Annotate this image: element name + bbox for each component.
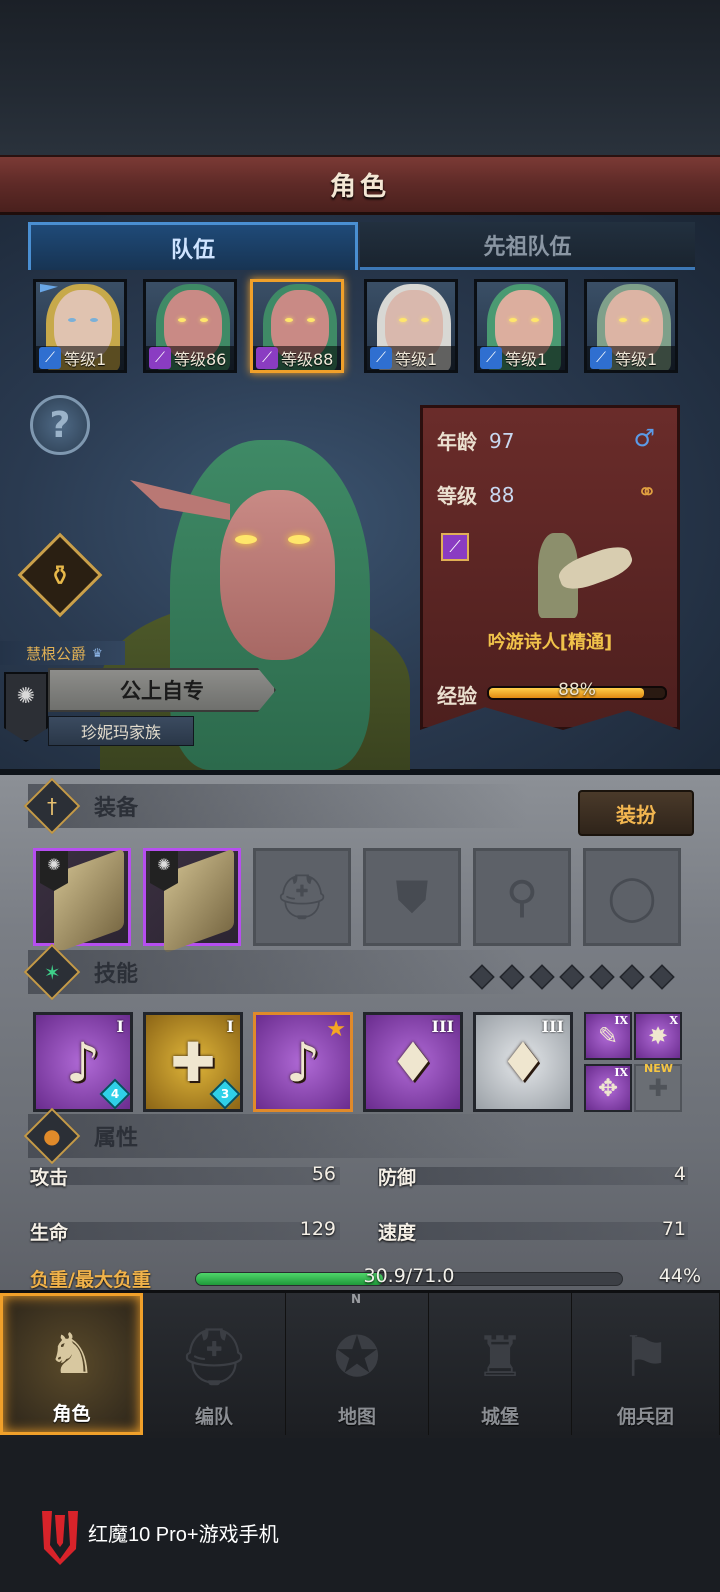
load-percent: 44% <box>658 1265 701 1287</box>
hero-portrait-3[interactable]: ⟋ 等级88 <box>250 279 344 373</box>
question-icon: ? <box>49 404 71 446</box>
sword-icon: ⟋ <box>590 347 612 369</box>
family-crest-icon: ✺ <box>4 672 48 742</box>
equip-slot-scroll-1[interactable]: ✺ <box>33 848 131 954</box>
attributes-header: ● 属性 <box>23 1107 528 1165</box>
defense-label: 防御 <box>378 1167 417 1189</box>
exp-text: 88% <box>558 680 596 700</box>
skill-slot-2[interactable]: ✚ I 3 <box>143 1012 243 1112</box>
hero-level: 等级1 <box>395 350 438 369</box>
skills-header: ✶ 技能 <box>23 943 528 1001</box>
equipment-header: † 装备 <box>23 777 528 835</box>
speed-label: 速度 <box>378 1222 417 1244</box>
knight-icon: ♞ <box>46 1321 97 1387</box>
hero-portrait-2[interactable]: ⟋ 等级86 <box>143 279 237 373</box>
level-value: 88 <box>489 482 515 507</box>
hero-level: 等级88 <box>281 350 334 369</box>
load-text: 30.9/71.0 <box>363 1265 455 1287</box>
help-button[interactable]: ? <box>30 395 90 455</box>
family-name: 珍妮玛家族 <box>48 716 194 746</box>
skill-slot-3[interactable]: ♪ ★ <box>253 1012 353 1112</box>
hero-level: 等级86 <box>174 350 227 369</box>
hero-level: 等级1 <box>505 350 548 369</box>
armor-icon: ⛊ <box>395 871 429 923</box>
bard-figure <box>518 518 636 628</box>
page-title-bar: 角色 <box>0 155 720 215</box>
noble-title: 慧根公爵 ♛ <box>0 641 125 665</box>
mini-skill-2[interactable]: ✸ X <box>634 1012 682 1060</box>
exp-label: 经验 <box>437 684 477 708</box>
hp-value: 129 <box>299 1218 336 1240</box>
character-info-banner: 年龄 97 ♂ 等级 88 ⚭ ⟋ 吟游诗人[精通] 经验 88% <box>420 405 680 730</box>
nav-castle[interactable]: ♜ 城堡 <box>429 1293 572 1435</box>
red-magic-logo-icon <box>42 1511 78 1565</box>
equip-slot-helmet[interactable]: ⛑ <box>253 848 351 946</box>
top-background <box>0 0 720 155</box>
equip-slot-scroll-2[interactable]: ✺ <box>143 848 241 954</box>
age-value: 97 <box>489 428 515 453</box>
sword-icon: ⟋ <box>370 347 392 369</box>
tab-team[interactable]: 队伍 <box>28 222 358 270</box>
sun-crest-icon: ✺ <box>40 851 68 891</box>
castle-icon: ♜ <box>474 1324 526 1390</box>
brand-text: 红魔10 Pro+游戏手机 <box>88 1524 279 1546</box>
dagger-icon: † <box>23 777 81 835</box>
character-name[interactable]: 公上自专 <box>48 668 276 712</box>
mini-skill-3[interactable]: ✥ IX <box>584 1064 632 1112</box>
lute-staff-icon: ⟋ <box>149 347 171 369</box>
mercenary-flag-icon: ⚑ <box>620 1324 671 1390</box>
skill-slot-5[interactable]: ♦ III <box>473 1012 573 1112</box>
equip-slot-boots[interactable]: ⚲ <box>473 848 571 946</box>
nav-mercenary[interactable]: ⚑ 佣兵团 <box>572 1293 720 1435</box>
ring-icon: ◯ <box>607 871 657 923</box>
crown-icon: ♛ <box>92 646 103 660</box>
speed-value: 71 <box>661 1218 686 1240</box>
age-row: 年龄 97 <box>437 428 515 455</box>
sword-icon: ⟋ <box>39 347 61 369</box>
page-title: 角色 <box>329 172 390 202</box>
equip-slot-armor[interactable]: ⛊ <box>363 848 461 946</box>
nav-map[interactable]: ✪ 地图 <box>286 1293 429 1435</box>
sword-icon: ⟋ <box>480 347 502 369</box>
helmet-icon: ⛑ <box>274 872 330 923</box>
defense-value: 4 <box>673 1163 686 1185</box>
star-icon: ✶ <box>23 943 81 1001</box>
hero-portrait-4[interactable]: ⟋ 等级1 <box>364 279 458 373</box>
load-label: 负重/最大负重 <box>30 1269 151 1291</box>
attack-label: 攻击 <box>30 1167 69 1189</box>
nav-formation[interactable]: ⛑ 编队 <box>143 1293 286 1435</box>
device-footer <box>0 1438 720 1592</box>
dress-up-button[interactable]: 装扮 <box>578 790 694 836</box>
boots-icon: ⚲ <box>505 871 539 923</box>
hp-label: 生命 <box>30 1222 69 1244</box>
hero-portrait-6[interactable]: ⟋ 等级1 <box>584 279 678 373</box>
nav-character[interactable]: ♞ 角色 <box>0 1293 143 1435</box>
sun-crest-icon: ✺ <box>150 851 178 891</box>
equip-slot-ring[interactable]: ◯ <box>583 848 681 946</box>
skill-point-indicators <box>469 964 675 990</box>
compass-map-icon: ✪ <box>333 1324 381 1390</box>
hero-portrait-5[interactable]: ⟋ 等级1 <box>474 279 568 373</box>
level-row: 等级 88 <box>437 482 515 509</box>
potion-icon: ⚱ <box>48 558 72 592</box>
hero-portrait-1[interactable]: ⟋ 等级1 <box>33 279 127 373</box>
hero-level: 等级1 <box>64 350 107 369</box>
tab-ancestor-team[interactable]: 先祖队伍 <box>360 222 695 270</box>
mini-skill-1[interactable]: ✎ IX <box>584 1012 632 1060</box>
skill-slot-4[interactable]: ♦ III <box>363 1012 463 1112</box>
male-icon: ♂ <box>633 424 655 452</box>
attack-value: 56 <box>311 1163 336 1185</box>
lute-staff-icon: ⟋ <box>256 347 278 369</box>
class-name: 吟游诗人[精通] <box>487 632 613 653</box>
person-icon: ● <box>23 1107 81 1165</box>
star-icon: ★ <box>326 1017 346 1042</box>
helmet-icon: ⛑ <box>178 1325 250 1390</box>
skill-slot-1[interactable]: ♪ I 4 <box>33 1012 133 1112</box>
lute-staff-icon: ⟋ <box>441 533 469 561</box>
hero-level: 等级1 <box>615 350 658 369</box>
wedding-rings-icon[interactable]: ⚭ <box>637 478 657 506</box>
new-badge: NEW <box>644 1062 673 1075</box>
